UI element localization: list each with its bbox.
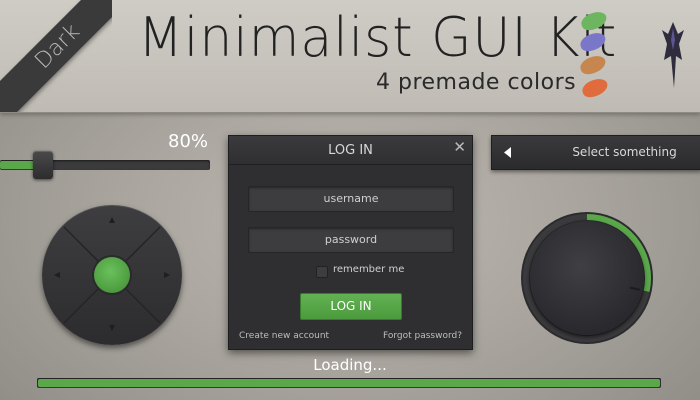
login-button[interactable]: LOG IN [300, 293, 402, 320]
slider-handle[interactable] [33, 151, 53, 179]
select-label: Select something [572, 145, 677, 159]
arrow-down-icon[interactable] [109, 325, 115, 331]
forgot-password-link[interactable]: Forgot password? [383, 331, 462, 341]
password-field[interactable] [248, 227, 454, 253]
login-header: LOG IN ✕ [229, 136, 472, 165]
knob-indicator [629, 286, 640, 291]
progress-fill [38, 379, 660, 387]
create-account-link[interactable]: Create new account [239, 331, 329, 341]
theme-ribbon: Dark [0, 0, 112, 112]
slider-track[interactable] [0, 160, 210, 170]
page-subtitle: 4 premade colors [376, 70, 577, 95]
select-dropdown[interactable]: Select something [491, 135, 700, 170]
header-banner: Dark Minimalist GUI Kit 4 premade colors [0, 0, 700, 113]
chevron-left-icon [504, 147, 511, 158]
dpad-center-button[interactable] [94, 257, 130, 293]
progress-bar [37, 378, 661, 388]
login-title: LOG IN [328, 143, 373, 158]
page-title: Minimalist GUI Kit [138, 6, 618, 70]
rotary-knob[interactable] [518, 209, 656, 347]
arrow-right-icon[interactable] [164, 272, 170, 278]
remember-me-checkbox[interactable] [316, 266, 328, 278]
color-swatch-red [580, 76, 610, 100]
remember-me-label: remember me [333, 264, 405, 275]
slider-value-label: 80% [168, 131, 209, 152]
arrow-up-icon[interactable] [109, 217, 115, 223]
close-icon[interactable]: ✕ [453, 136, 466, 158]
login-panel: LOG IN ✕ remember me LOG IN Create new a… [228, 135, 473, 350]
directional-pad [42, 205, 182, 345]
theme-ribbon-label: Dark [0, 0, 112, 112]
loading-label: Loading... [313, 356, 387, 374]
knob-dial[interactable] [530, 221, 644, 335]
username-field[interactable] [248, 186, 454, 212]
arrow-left-icon[interactable] [54, 272, 60, 278]
dragon-logo-icon [662, 22, 684, 88]
